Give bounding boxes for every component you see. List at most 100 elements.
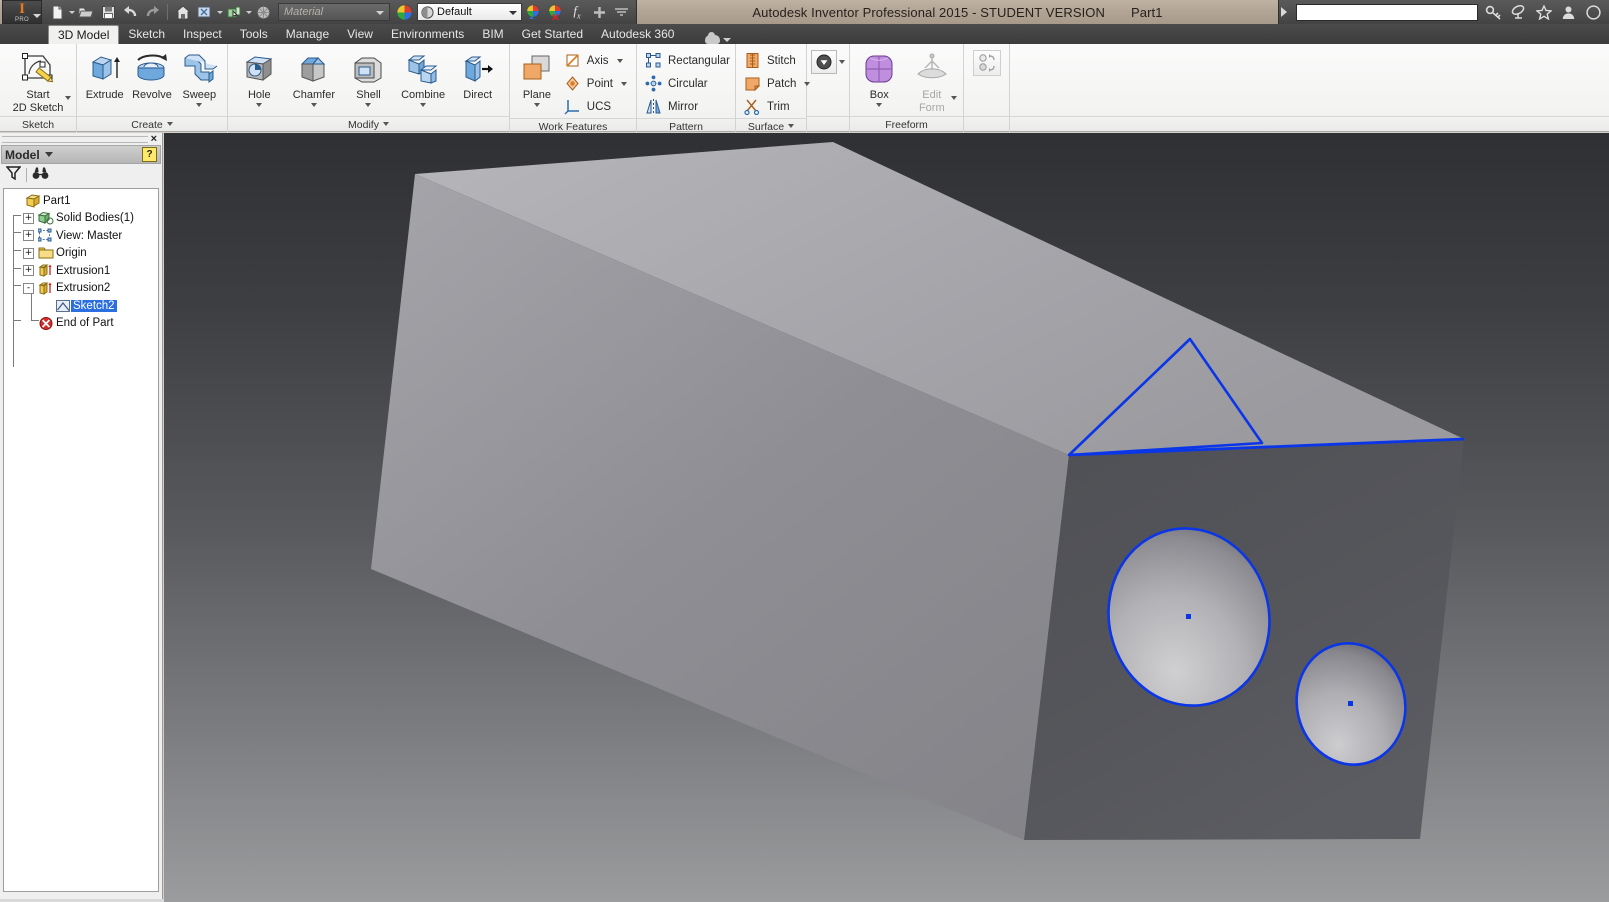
sign-in-key-icon[interactable]	[1484, 3, 1503, 22]
filter-icon[interactable]	[5, 165, 22, 185]
save-icon[interactable]	[97, 2, 119, 22]
patch-button[interactable]: Patch	[740, 72, 815, 95]
appearance-swatch-icon[interactable]	[393, 2, 415, 22]
material-dropdown-icon[interactable]	[376, 11, 384, 15]
combine-dropdown-icon[interactable]	[420, 103, 427, 107]
panel-surface-dropdown-icon[interactable]	[788, 124, 795, 128]
tab-environments[interactable]: Environments	[382, 25, 473, 44]
tab-view[interactable]: View	[338, 25, 382, 44]
work-point-button[interactable]: Point	[560, 72, 632, 95]
undo-icon[interactable]	[119, 2, 141, 22]
tab-sketch[interactable]: Sketch	[119, 25, 174, 44]
work-axis-button[interactable]: Axis	[560, 49, 632, 72]
tab-bim[interactable]: BIM	[473, 25, 512, 44]
customize-qat-icon[interactable]	[610, 2, 632, 22]
work-plane-dropdown-icon[interactable]	[533, 103, 540, 107]
3d-viewport[interactable]	[164, 133, 1609, 902]
tree-item-view-master[interactable]: + View: Master	[6, 227, 156, 245]
stitch-button[interactable]: Stitch	[740, 49, 815, 72]
tree-expander-extrusion1[interactable]: +	[23, 265, 34, 277]
tree-expander-extrusion2[interactable]: -	[23, 282, 34, 294]
redo-icon[interactable]	[141, 2, 163, 22]
work-axis-dropdown-icon[interactable]	[616, 58, 623, 63]
circular-pattern-button[interactable]: Circular	[641, 72, 735, 95]
tree-item-end-of-part[interactable]: End of Part	[6, 315, 156, 333]
tree-item-part1[interactable]: Part1	[6, 192, 156, 210]
new-file-icon[interactable]	[46, 2, 68, 22]
tab-autodesk-360[interactable]: Autodesk 360	[592, 25, 683, 44]
search-expand-icon[interactable]	[1281, 7, 1287, 17]
update-icon[interactable]	[223, 2, 245, 22]
tab-manage[interactable]: Manage	[277, 25, 338, 44]
plastic-part-button[interactable]	[811, 50, 837, 74]
shell-dropdown-icon[interactable]	[365, 103, 372, 107]
shell-button[interactable]: Shell	[341, 47, 396, 107]
revolve-button[interactable]: Revolve	[128, 47, 175, 101]
tree-item-solid-bodies[interactable]: + Solid Bodies(1)	[6, 210, 156, 228]
home-icon[interactable]	[172, 2, 194, 22]
chamfer-dropdown-icon[interactable]	[310, 103, 317, 107]
tab-inspect[interactable]: Inspect	[174, 25, 231, 44]
tab-3d-model[interactable]: 3D Model	[48, 25, 120, 44]
ucs-button[interactable]: UCS	[560, 95, 632, 118]
work-plane-button[interactable]: Plane	[514, 47, 560, 107]
start-2d-sketch-button[interactable]: Start 2D Sketch	[4, 47, 72, 114]
tree-item-origin[interactable]: + Origin	[6, 245, 156, 263]
hole-button[interactable]: Hole	[232, 47, 287, 107]
panel-create-dropdown-icon[interactable]	[166, 122, 173, 126]
edit-form-dropdown-icon[interactable]	[951, 96, 957, 100]
model-tree[interactable]: Part1 + Solid Bodies(1) + View: Master +…	[3, 188, 159, 892]
combine-button[interactable]: Combine	[396, 47, 451, 107]
mirror-button[interactable]: Mirror	[641, 95, 735, 118]
tree-item-extrusion1[interactable]: + Extrusion1	[6, 262, 156, 280]
help-icon[interactable]	[1584, 3, 1603, 22]
start-2d-sketch-dropdown-icon[interactable]	[65, 96, 71, 100]
user-account-icon[interactable]	[1559, 3, 1578, 22]
browser-close-button[interactable]: ×	[148, 134, 160, 145]
tree-expander-view-master[interactable]: +	[23, 230, 34, 242]
material-combo[interactable]: Material	[278, 3, 390, 21]
browser-grip[interactable]: ×	[0, 133, 162, 145]
appearance-override-icon[interactable]	[522, 2, 544, 22]
cloud-status-menu[interactable]	[683, 32, 732, 44]
browser-title-dropdown-icon[interactable]	[44, 152, 53, 157]
freeform-box-button[interactable]: Box	[854, 47, 905, 107]
sweep-button[interactable]: Sweep	[176, 47, 223, 107]
chamfer-button[interactable]: Chamfer	[287, 47, 342, 107]
favorites-star-icon[interactable]	[1534, 3, 1553, 22]
sweep-dropdown-icon[interactable]	[196, 103, 203, 107]
add-to-qat-icon[interactable]	[588, 2, 610, 22]
parameters-icon[interactable]: fx	[566, 2, 588, 22]
application-menu-arrow-icon[interactable]	[33, 14, 41, 18]
browser-help-icon[interactable]: ?	[142, 147, 157, 162]
cloud-dropdown-icon[interactable]	[723, 37, 732, 42]
extrude-button[interactable]: Extrude	[81, 47, 128, 101]
tree-item-sketch2[interactable]: Sketch2	[6, 297, 156, 315]
rectangular-pattern-button[interactable]: Rectangular	[641, 49, 735, 72]
clear-appearance-icon[interactable]	[544, 2, 566, 22]
freeform-box-dropdown-icon[interactable]	[876, 103, 883, 107]
panel-modify-dropdown-icon[interactable]	[382, 122, 389, 126]
direct-edit-button[interactable]: Direct	[450, 47, 505, 101]
exchange-apps-icon[interactable]	[1509, 3, 1528, 22]
edit-form-button[interactable]: Edit Form	[905, 47, 959, 114]
return-icon[interactable]	[194, 2, 216, 22]
appearance-combo[interactable]: Default	[417, 3, 522, 21]
search-input[interactable]	[1296, 3, 1478, 21]
work-point-dropdown-icon[interactable]	[621, 81, 627, 86]
hole-dropdown-icon[interactable]	[256, 103, 263, 107]
tree-expander-solid-bodies[interactable]: +	[23, 212, 34, 224]
plastic-part-dropdown-icon[interactable]	[839, 60, 845, 64]
find-binoculars-icon[interactable]	[32, 166, 49, 185]
convert-to-freeform-button[interactable]	[972, 50, 1001, 76]
tab-get-started[interactable]: Get Started	[513, 25, 592, 44]
appearance-dropdown-icon[interactable]	[509, 11, 517, 15]
tree-expander-origin[interactable]: +	[23, 247, 34, 259]
material-browser-icon[interactable]	[252, 2, 274, 22]
open-file-icon[interactable]	[75, 2, 97, 22]
tab-tools[interactable]: Tools	[231, 25, 277, 44]
application-menu-button[interactable]: I PRO	[2, 0, 42, 24]
trim-button[interactable]: Trim	[740, 95, 815, 118]
browser-title-bar[interactable]: Model ?	[1, 145, 161, 164]
tree-item-extrusion2[interactable]: - Extrusion2	[6, 280, 156, 298]
